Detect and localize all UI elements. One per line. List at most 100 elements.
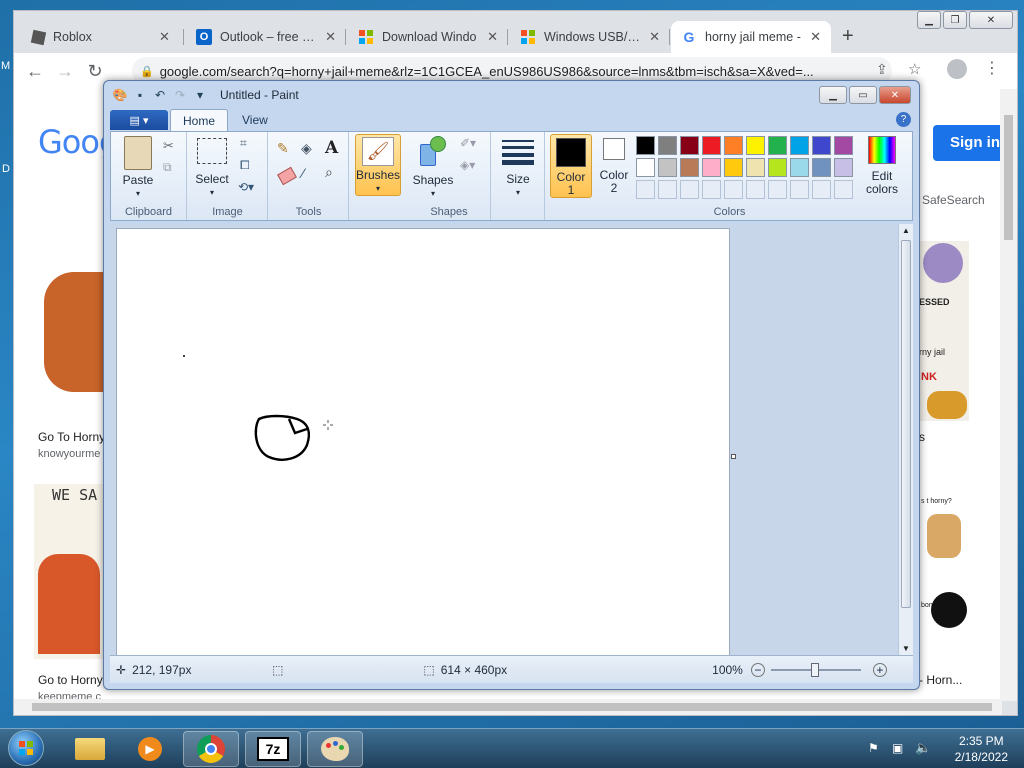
color1-button[interactable]: Color 1 <box>550 134 592 198</box>
palette-swatch[interactable] <box>746 158 765 177</box>
close-tab-icon[interactable]: ✕ <box>325 29 336 45</box>
fill-bucket-icon[interactable]: ◈ <box>301 140 321 160</box>
shapes-button[interactable]: Shapes ▾ <box>412 136 454 200</box>
save-icon[interactable]: ▪ <box>132 87 148 103</box>
close-icon[interactable]: ✕ <box>879 86 911 104</box>
help-icon[interactable]: ? <box>896 112 911 127</box>
taskbar-clock[interactable]: 2:35 PM 2/18/2022 <box>955 733 1008 765</box>
palette-swatch[interactable] <box>746 136 765 155</box>
pencil-icon[interactable]: ✎ <box>277 140 297 160</box>
edit-colors-button[interactable]: Edit colors <box>862 136 902 196</box>
media-player-taskbar-button[interactable]: ▶ <box>122 731 178 767</box>
empty-palette-swatch[interactable] <box>658 180 677 199</box>
text-tool-icon[interactable]: A <box>325 138 345 158</box>
safesearch-label[interactable]: SafeSearch <box>922 193 985 207</box>
tab-outlook[interactable]: O Outlook – free pers ✕ <box>186 21 346 53</box>
size-button[interactable]: Size ▾ <box>498 138 538 199</box>
restore-icon[interactable]: ❐ <box>943 11 967 29</box>
brushes-button[interactable]: 🖌 Brushes ▾ <box>355 134 401 196</box>
crop-icon[interactable]: ⌗ <box>240 136 247 151</box>
palette-swatch[interactable] <box>658 158 677 177</box>
empty-palette-swatch[interactable] <box>746 180 765 199</box>
scroll-down-icon[interactable]: ▼ <box>902 644 910 653</box>
outline-icon[interactable]: ✐▾ <box>460 136 476 150</box>
resize-icon[interactable]: ⧠ <box>240 158 250 173</box>
empty-palette-swatch[interactable] <box>636 180 655 199</box>
7zip-taskbar-button[interactable]: 7z <box>245 731 301 767</box>
forward-icon[interactable]: → <box>50 61 80 82</box>
close-tab-icon[interactable]: ✕ <box>810 29 821 45</box>
result-title[interactable]: Go To Horny <box>38 430 105 444</box>
minimize-icon[interactable]: ▁ <box>819 86 847 104</box>
palette-swatch[interactable] <box>702 158 721 177</box>
explorer-taskbar-button[interactable] <box>62 731 118 767</box>
select-button[interactable]: Select ▾ <box>194 138 230 199</box>
result-thumbnail[interactable]: ESSED rny jail NK <box>917 241 969 421</box>
palette-swatch[interactable] <box>724 158 743 177</box>
start-orb-icon[interactable] <box>8 730 44 766</box>
zoom-slider-thumb[interactable] <box>810 662 819 677</box>
scrollbar-thumb[interactable] <box>1004 115 1013 240</box>
result-title[interactable]: - Horn... <box>919 673 962 687</box>
palette-swatch[interactable] <box>724 136 743 155</box>
customize-quick-access-icon[interactable]: ▾ <box>192 87 208 103</box>
palette-swatch[interactable] <box>680 136 699 155</box>
volume-icon[interactable]: 🔈 <box>915 740 931 756</box>
empty-palette-swatch[interactable] <box>812 180 831 199</box>
scrollbar-thumb[interactable] <box>32 703 992 711</box>
tab-google-search[interactable]: G horny jail meme - ✕ <box>671 21 831 53</box>
tab-windows-usb[interactable]: Windows USB/DV ✕ <box>510 21 670 53</box>
result-title[interactable]: Go to Horny <box>38 673 103 687</box>
back-icon[interactable]: ← <box>20 61 50 82</box>
empty-palette-swatch[interactable] <box>790 180 809 199</box>
result-source[interactable]: knowyourme <box>38 448 100 460</box>
tab-roblox[interactable]: Roblox ✕ <box>22 21 184 53</box>
redo-icon[interactable]: ↷ <box>172 87 188 103</box>
color2-button[interactable]: Color 2 <box>596 138 632 195</box>
canvas-resize-handle[interactable] <box>731 454 736 459</box>
color-picker-icon[interactable]: ⁄ <box>302 165 304 181</box>
zoom-out-icon[interactable]: − <box>750 662 765 677</box>
palette-swatch[interactable] <box>834 136 853 155</box>
palette-swatch[interactable] <box>680 158 699 177</box>
result-thumbnail[interactable]: WE SA <box>34 484 104 659</box>
tab-download-windows[interactable]: Download Windo ✕ <box>348 21 508 53</box>
palette-swatch[interactable] <box>790 136 809 155</box>
palette-swatch[interactable] <box>834 158 853 177</box>
magnifier-icon[interactable]: ⌕ <box>325 164 333 181</box>
result-thumbnail[interactable]: s t horny? bonk <box>917 484 973 642</box>
action-center-icon[interactable]: ⚑ <box>868 741 879 755</box>
maximize-icon[interactable]: ▭ <box>849 86 877 104</box>
cut-icon[interactable]: ✂ <box>163 138 174 154</box>
palette-swatch[interactable] <box>812 136 831 155</box>
paint-app-icon[interactable]: 🎨 <box>112 87 128 103</box>
empty-palette-swatch[interactable] <box>724 180 743 199</box>
close-tab-icon[interactable]: ✕ <box>649 29 660 45</box>
palette-swatch[interactable] <box>768 158 787 177</box>
palette-swatch[interactable] <box>790 158 809 177</box>
bookmark-star-icon[interactable]: ☆ <box>908 60 921 78</box>
drawing-canvas[interactable] <box>116 228 730 655</box>
copy-icon[interactable]: ⧉ <box>163 160 172 175</box>
empty-palette-swatch[interactable] <box>680 180 699 199</box>
palette-swatch[interactable] <box>812 158 831 177</box>
zoom-in-icon[interactable]: + <box>872 662 887 677</box>
fill-icon[interactable]: ◈▾ <box>460 158 475 172</box>
network-icon[interactable]: ▣ <box>892 741 903 755</box>
chrome-taskbar-button[interactable] <box>183 731 239 767</box>
empty-palette-swatch[interactable] <box>702 180 721 199</box>
paste-button[interactable]: Paste ▾ <box>119 136 157 200</box>
reload-icon[interactable]: ↻ <box>80 61 110 82</box>
palette-swatch[interactable] <box>658 136 677 155</box>
palette-swatch[interactable] <box>702 136 721 155</box>
eraser-icon[interactable] <box>277 166 297 186</box>
canvas-vertical-scrollbar[interactable]: ▲ ▼ <box>898 224 913 655</box>
scroll-up-icon[interactable]: ▲ <box>902 226 910 235</box>
empty-palette-swatch[interactable] <box>834 180 853 199</box>
palette-swatch[interactable] <box>768 136 787 155</box>
paint-taskbar-button[interactable] <box>307 731 363 767</box>
tab-view[interactable]: View <box>230 109 280 131</box>
profile-avatar-icon[interactable] <box>947 59 967 79</box>
scrollbar-thumb[interactable] <box>901 240 911 608</box>
palette-swatch[interactable] <box>636 158 655 177</box>
